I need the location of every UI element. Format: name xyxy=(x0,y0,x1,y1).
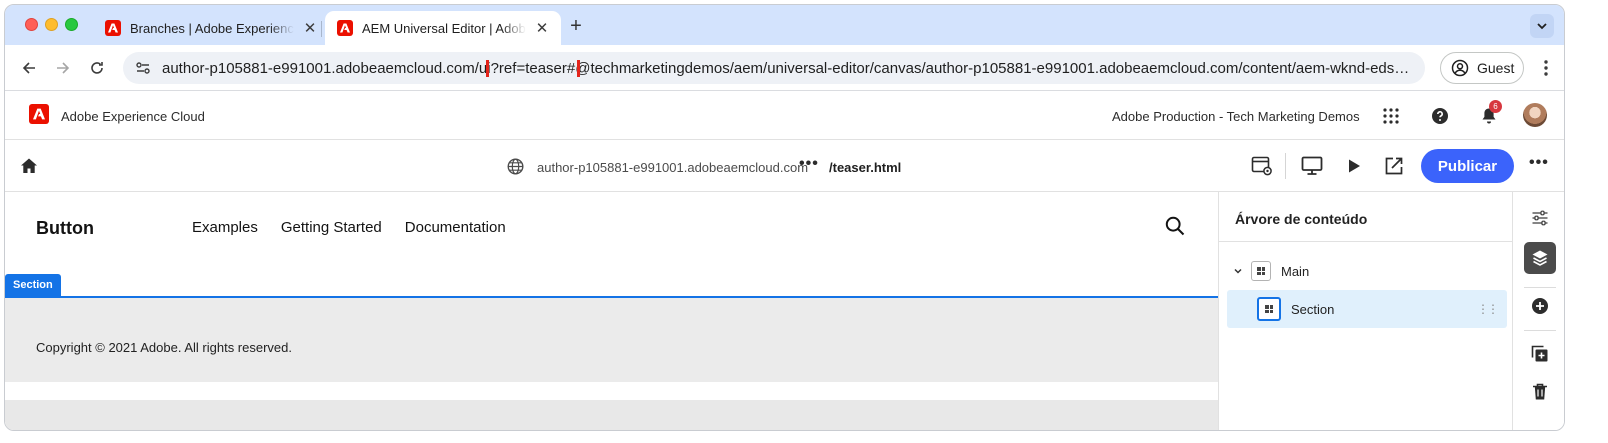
host-url[interactable]: author-p105881-e991001.adobeaemcloud.com xyxy=(537,160,808,175)
nav-link-getting-started[interactable]: Getting Started xyxy=(281,219,382,236)
tree-item-main[interactable]: Main xyxy=(1231,252,1507,290)
canvas-bottom-area xyxy=(5,400,1218,430)
site-nav: Examples Getting Started Documentation xyxy=(192,219,506,236)
sliders-icon xyxy=(1532,210,1548,226)
adobe-favicon-icon xyxy=(337,20,353,36)
tab-search-button[interactable] xyxy=(1530,14,1554,38)
globe-icon xyxy=(507,158,524,180)
browser-window: Branches | Adobe Experience ✕ AEM Univer… xyxy=(4,4,1565,431)
reload-button[interactable] xyxy=(87,58,107,78)
publish-button[interactable]: Publicar xyxy=(1421,149,1514,183)
properties-panel-button[interactable] xyxy=(1524,202,1556,234)
page-properties-button[interactable] xyxy=(1251,155,1273,177)
desktop-icon xyxy=(1301,156,1323,175)
site-settings-icon[interactable] xyxy=(128,53,158,83)
container-icon xyxy=(1251,261,1271,281)
arrow-left-icon xyxy=(22,62,35,74)
preview-button[interactable] xyxy=(1343,155,1365,177)
profile-guest-button[interactable]: Guest xyxy=(1440,52,1524,84)
new-tab-button[interactable]: + xyxy=(565,15,587,38)
url-highlight: ?ref=teaser# xyxy=(485,59,581,77)
rail-separator xyxy=(1524,287,1556,288)
chevron-down-icon xyxy=(1537,23,1547,30)
arrow-right-icon xyxy=(57,62,70,74)
address-bar[interactable]: author-p105881-e991001.adobeaemcloud.com… xyxy=(123,52,1425,84)
home-icon xyxy=(21,158,37,173)
minimize-window-button[interactable] xyxy=(45,18,58,31)
product-title[interactable]: Adobe Experience Cloud xyxy=(61,109,205,124)
home-button[interactable] xyxy=(19,156,39,181)
open-external-icon xyxy=(1385,157,1403,175)
content-tree-panel: Árvore de conteúdo Main Section ⋮⋮ xyxy=(1218,192,1512,430)
nav-link-examples[interactable]: Examples xyxy=(192,219,258,236)
back-button[interactable] xyxy=(19,58,39,78)
url-text[interactable]: author-p105881-e991001.adobeaemcloud.com… xyxy=(162,59,1412,77)
copyright-text: Copyright © 2021 Adobe. All rights reser… xyxy=(36,340,293,355)
open-in-new-button[interactable] xyxy=(1383,155,1405,177)
trash-icon xyxy=(1533,383,1547,400)
window-settings-icon xyxy=(1251,156,1272,176)
play-icon xyxy=(1349,159,1360,173)
guest-label: Guest xyxy=(1477,60,1515,76)
editor-toolbar: author-p105881-e991001.adobeaemcloud.com… xyxy=(5,140,1564,192)
vertical-dots-icon xyxy=(1544,60,1548,76)
tab-close-icon[interactable]: ✕ xyxy=(534,19,550,37)
section-label-badge[interactable]: Section xyxy=(5,274,61,296)
toolbar-separator xyxy=(1285,153,1286,179)
notification-badge: 6 xyxy=(1489,100,1502,113)
user-avatar[interactable] xyxy=(1523,103,1547,127)
experience-cloud-header: Adobe Experience Cloud Adobe Production … xyxy=(5,91,1564,140)
path-overflow-button[interactable]: ••• xyxy=(799,155,819,173)
panel-title: Árvore de conteúdo xyxy=(1219,192,1512,242)
browser-toolbar: author-p105881-e991001.adobeaemcloud.com… xyxy=(5,45,1564,91)
apps-grid-button[interactable] xyxy=(1381,106,1401,126)
apps-grid-icon xyxy=(1383,108,1399,124)
tab-title: Branches | Adobe Experience xyxy=(130,20,294,36)
chevron-down-icon[interactable] xyxy=(1231,266,1245,276)
tree-item-label: Main xyxy=(1281,263,1310,279)
duplicate-icon xyxy=(1531,345,1548,362)
site-search-button[interactable] xyxy=(1165,216,1185,241)
page-canvas[interactable]: Button Examples Getting Started Document… xyxy=(5,192,1218,430)
nav-link-documentation[interactable]: Documentation xyxy=(405,219,506,236)
org-switcher[interactable]: Adobe Production - Tech Marketing Demos xyxy=(1112,109,1360,124)
add-circle-icon xyxy=(1532,298,1548,314)
url-prefix: author-p105881-e991001.adobeaemcloud.com… xyxy=(162,59,491,77)
help-button[interactable] xyxy=(1430,106,1450,126)
page-path[interactable]: /teaser.html xyxy=(829,160,901,175)
adobe-logo-icon[interactable] xyxy=(29,104,49,124)
right-rail xyxy=(1512,192,1564,430)
delete-button[interactable] xyxy=(1524,376,1556,408)
tab-strip: Branches | Adobe Experience ✕ AEM Univer… xyxy=(5,5,1564,45)
browser-menu-button[interactable] xyxy=(1537,58,1555,83)
tab-title: AEM Universal Editor | Adobe xyxy=(362,20,526,36)
close-window-button[interactable] xyxy=(25,18,38,31)
tab-branches[interactable]: Branches | Adobe Experience ✕ xyxy=(93,11,319,45)
tab-close-icon[interactable]: ✕ xyxy=(302,19,318,37)
tab-universal-editor[interactable]: AEM Universal Editor | Adobe ✕ xyxy=(325,11,561,45)
reload-icon xyxy=(91,62,103,74)
help-circle-icon xyxy=(1432,108,1448,124)
content-tree-button[interactable] xyxy=(1524,242,1556,274)
tab-divider xyxy=(321,21,322,37)
notifications-button[interactable]: 6 xyxy=(1479,100,1502,126)
add-component-button[interactable] xyxy=(1524,290,1556,322)
emulator-button[interactable] xyxy=(1301,155,1323,177)
duplicate-button[interactable] xyxy=(1524,338,1556,370)
drag-handle-icon[interactable]: ⋮⋮ xyxy=(1477,302,1499,316)
editor-more-button[interactable]: ••• xyxy=(1529,154,1549,172)
url-suffix: @techmarketingdemos/aem/universal-editor… xyxy=(575,59,1412,77)
rail-separator xyxy=(1524,330,1556,331)
maximize-window-button[interactable] xyxy=(65,18,78,31)
search-icon xyxy=(1165,216,1185,236)
forward-button[interactable] xyxy=(53,58,73,78)
container-icon xyxy=(1257,297,1281,321)
tree-item-section[interactable]: Section ⋮⋮ xyxy=(1227,290,1507,328)
adobe-favicon-icon xyxy=(105,20,121,36)
site-brand[interactable]: Button xyxy=(36,218,94,239)
user-circle-icon xyxy=(1451,59,1469,77)
tree-item-label: Section xyxy=(1291,301,1335,317)
page-footer[interactable]: Copyright © 2021 Adobe. All rights reser… xyxy=(5,298,1218,382)
layers-icon xyxy=(1532,250,1548,266)
